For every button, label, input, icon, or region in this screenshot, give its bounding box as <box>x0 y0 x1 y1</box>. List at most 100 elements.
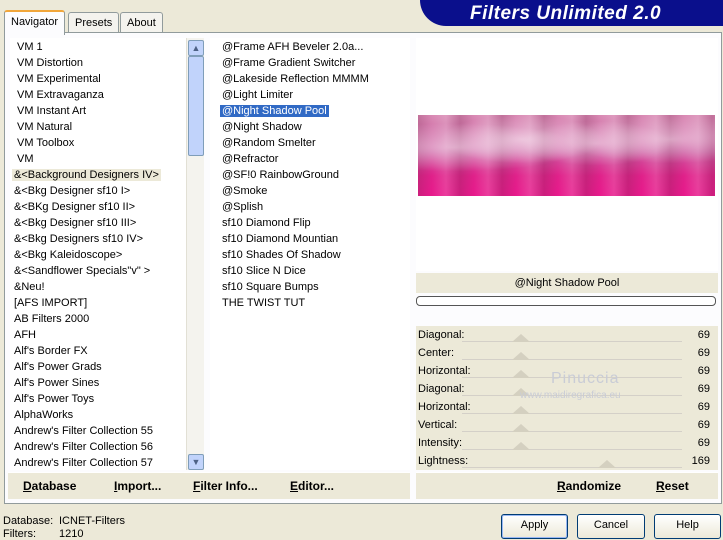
category-item[interactable]: &<Bkg Designer sf10 III> <box>10 215 186 231</box>
category-item-label: &<Sandflower Specials"v" > <box>14 265 151 277</box>
category-item[interactable]: AFH <box>10 327 186 343</box>
slider-handle[interactable] <box>512 406 531 414</box>
filter-item-label: @SF!0 RainbowGround <box>222 169 339 181</box>
category-item[interactable]: Andrew's Filter Collection 57 <box>10 455 186 470</box>
filter-item[interactable]: @Night Shadow <box>210 119 410 135</box>
category-item[interactable]: VM Natural <box>10 119 186 135</box>
filter-item[interactable]: @Splish <box>210 199 410 215</box>
filter-item[interactable]: sf10 Slice N Dice <box>210 263 410 279</box>
filter-item[interactable]: sf10 Shades Of Shadow <box>210 247 410 263</box>
category-item[interactable]: &<BKg Designer sf10 II> <box>10 199 186 215</box>
filter-item[interactable]: @Random Smelter <box>210 135 410 151</box>
category-item[interactable]: &<Background Designers IV> <box>10 167 186 183</box>
database-label: Database: <box>3 515 54 527</box>
category-item[interactable]: VM 1 <box>10 39 186 55</box>
category-item-label: VM Distortion <box>17 57 84 69</box>
filter-item[interactable]: THE TWIST TUT <box>210 295 410 311</box>
cancel-button[interactable]: Cancel <box>577 514 645 539</box>
app-banner: Filters Unlimited 2.0 <box>420 0 723 26</box>
category-item[interactable]: Alf's Power Sines <box>10 375 186 391</box>
category-item[interactable]: Alf's Power Grads <box>10 359 186 375</box>
tab-presets[interactable]: Presets <box>68 12 120 33</box>
param-slider[interactable]: Intensity: 69 <box>416 434 716 452</box>
category-item[interactable]: &<Bkg Designer sf10 I> <box>10 183 186 199</box>
filter-item[interactable]: @Light Limiter <box>210 87 410 103</box>
slider-handle[interactable] <box>512 352 531 360</box>
filter-list[interactable]: @Frame AFH Beveler 2.0a... @Frame Gradien… <box>210 38 410 470</box>
apply-button[interactable]: Apply <box>501 514 568 539</box>
help-button[interactable]: Help <box>654 514 721 539</box>
randomize-button[interactable]: Randomize <box>557 479 621 493</box>
category-item[interactable]: &<Bkg Designers sf10 IV> <box>10 231 186 247</box>
category-item-label: Alf's Border FX <box>14 345 88 357</box>
slider-track[interactable] <box>462 431 682 432</box>
filter-item[interactable]: @SF!0 RainbowGround <box>210 167 410 183</box>
param-slider[interactable]: Center: 69 <box>416 344 716 362</box>
filter-info-button[interactable]: Filter Info... <box>193 479 258 493</box>
progress-bar <box>416 296 716 306</box>
import-button[interactable]: Import... <box>114 479 161 493</box>
filter-item[interactable]: @Lakeside Reflection MMMM <box>210 71 410 87</box>
category-item[interactable]: Andrew's Filter Collection 55 <box>10 423 186 439</box>
slider-handle[interactable] <box>512 334 531 342</box>
scroll-thumb[interactable] <box>188 56 204 156</box>
category-item[interactable]: VM Instant Art <box>10 103 186 119</box>
slider-track[interactable] <box>462 413 682 414</box>
tab-navigator[interactable]: Navigator <box>4 10 66 35</box>
category-item-label: AFH <box>14 329 36 341</box>
category-item[interactable]: &Neu! <box>10 279 186 295</box>
slider-track[interactable] <box>462 341 682 342</box>
category-item-label: Andrew's Filter Collection 55 <box>14 425 154 437</box>
category-item-label: VM Natural <box>17 121 73 133</box>
category-item[interactable]: Alf's Border FX <box>10 343 186 359</box>
filter-item-label: THE TWIST TUT <box>222 297 306 309</box>
filter-item[interactable]: @Smoke <box>210 183 410 199</box>
param-slider[interactable]: Diagonal: 69 <box>416 326 716 344</box>
editor-button[interactable]: Editor... <box>290 479 334 493</box>
category-item[interactable]: [AFS IMPORT] <box>10 295 186 311</box>
filter-item[interactable]: sf10 Square Bumps <box>210 279 410 295</box>
param-slider[interactable]: Vertical: 69 <box>416 416 716 434</box>
reset-button[interactable]: Reset <box>656 479 689 493</box>
param-label: Horizontal: <box>418 401 471 413</box>
filter-item[interactable]: @Frame AFH Beveler 2.0a... <box>210 39 410 55</box>
category-item[interactable]: VM Experimental <box>10 71 186 87</box>
database-value: ICNET-Filters <box>59 515 125 527</box>
filter-item-label: @Night Shadow <box>222 121 302 133</box>
slider-handle[interactable] <box>512 370 531 378</box>
slider-handle[interactable] <box>512 424 531 432</box>
database-button[interactable]: Database <box>23 479 76 493</box>
tab-about[interactable]: About <box>120 12 163 33</box>
param-label: Horizontal: <box>418 365 471 377</box>
slider-track[interactable] <box>462 467 682 468</box>
slider-handle[interactable] <box>598 460 617 468</box>
category-item[interactable]: VM <box>10 151 186 167</box>
scroll-down-icon[interactable]: ▼ <box>188 454 204 470</box>
category-item[interactable]: VM Toolbox <box>10 135 186 151</box>
category-scrollbar[interactable]: ▲ ▼ <box>186 38 204 470</box>
category-list[interactable]: VM 1 VM Distortion VM Experimental VM Extra… <box>10 38 186 470</box>
category-item-label: VM 1 <box>17 41 43 53</box>
category-item-label: VM Extravaganza <box>17 89 104 101</box>
slider-track[interactable] <box>462 359 682 360</box>
filter-item[interactable]: sf10 Diamond Flip <box>210 215 410 231</box>
category-item[interactable]: VM Distortion <box>10 55 186 71</box>
filter-item-label: sf10 Shades Of Shadow <box>222 249 341 261</box>
category-item[interactable]: &<Bkg Kaleidoscope> <box>10 247 186 263</box>
slider-handle[interactable] <box>512 442 531 450</box>
slider-track[interactable] <box>462 449 682 450</box>
category-item[interactable]: &<Sandflower Specials"v" > <box>10 263 186 279</box>
param-slider[interactable]: Lightness: 169 <box>416 452 716 470</box>
filter-item[interactable]: sf10 Diamond Mountian <box>210 231 410 247</box>
filter-item[interactable]: @Frame Gradient Switcher <box>210 55 410 71</box>
scroll-up-icon[interactable]: ▲ <box>188 40 204 56</box>
filter-item[interactable]: @Night Shadow Pool <box>210 103 410 119</box>
category-item-label: &Neu! <box>14 281 45 293</box>
filter-item[interactable]: @Refractor <box>210 151 410 167</box>
category-item[interactable]: VM Extravaganza <box>10 87 186 103</box>
category-item[interactable]: Alf's Power Toys <box>10 391 186 407</box>
category-item-label: &<Bkg Designers sf10 IV> <box>14 233 144 245</box>
category-item[interactable]: AlphaWorks <box>10 407 186 423</box>
category-item[interactable]: Andrew's Filter Collection 56 <box>10 439 186 455</box>
category-item[interactable]: AB Filters 2000 <box>10 311 186 327</box>
